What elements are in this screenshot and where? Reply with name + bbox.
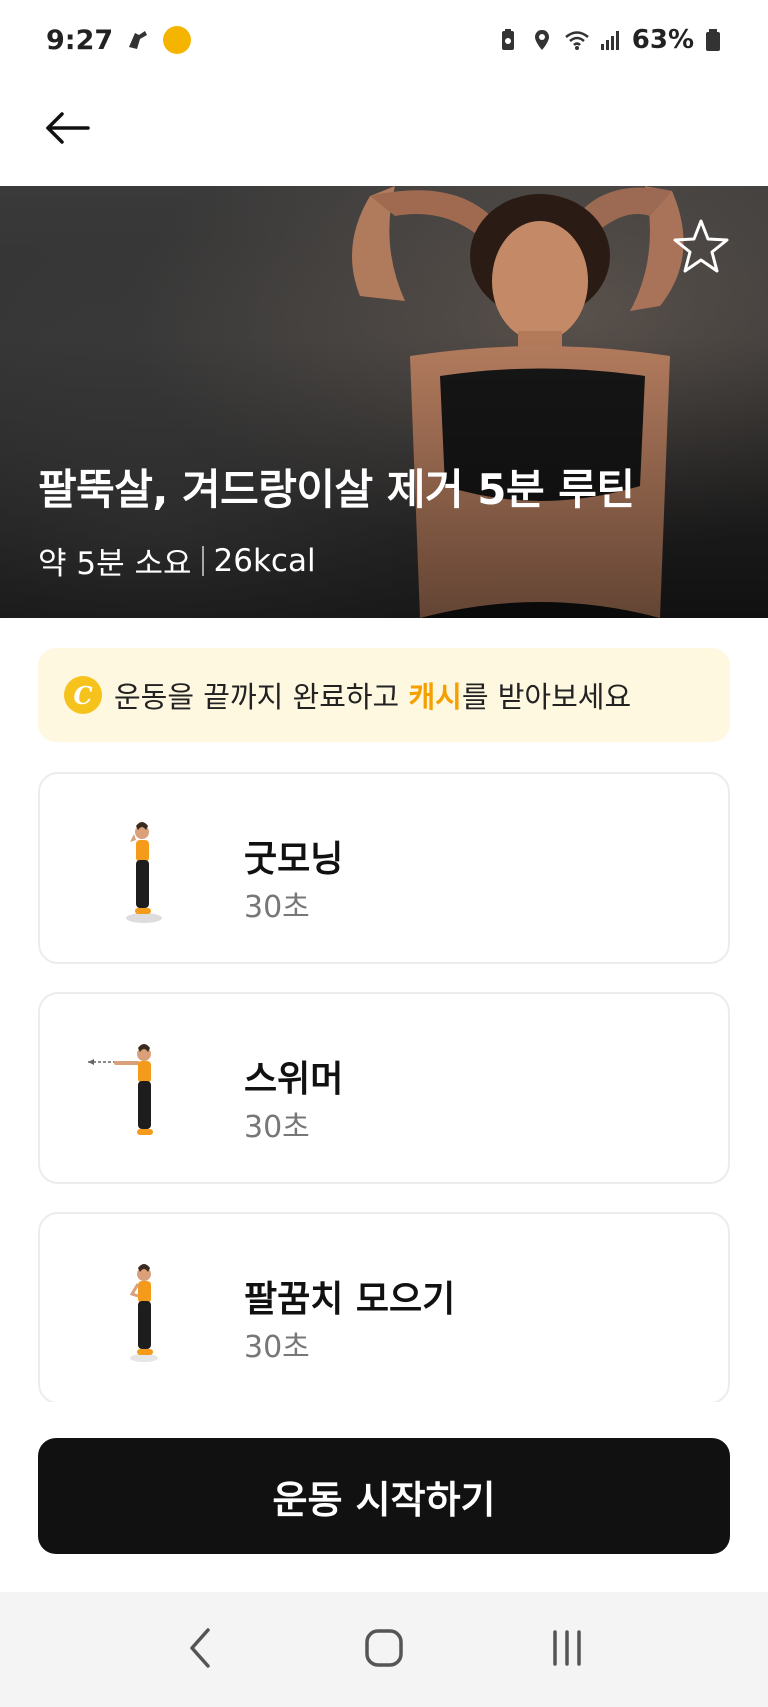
exercise-thumbnail	[126, 822, 162, 923]
banner-text-after: 를 받아보세요	[461, 680, 632, 714]
battery-saver-icon	[496, 28, 520, 52]
status-left: 9:27	[46, 24, 192, 56]
exercise-card[interactable]: 팔꿈치 모으기 30초	[38, 1212, 730, 1402]
exercise-list: 굿모닝 30초 스위머 30초 팔꿈치 모으기 30초	[38, 772, 730, 1402]
exercise-thumbnail	[129, 1264, 158, 1362]
arrow-left-icon	[44, 110, 92, 150]
back-button[interactable]	[40, 102, 96, 158]
nav-back-icon	[186, 1626, 216, 1674]
status-time: 9:27	[46, 24, 114, 56]
hero-banner: 팔뚝살, 겨드랑이살 제거 5분 루틴 약 5분 소요 26kcal	[0, 186, 768, 618]
routine-duration: 약 5분 소요	[38, 546, 192, 582]
nav-recents-button[interactable]	[532, 1615, 602, 1685]
nav-home-icon	[363, 1627, 405, 1673]
exercise-card[interactable]: 굿모닝 30초	[38, 772, 730, 964]
status-right: 63%	[496, 25, 728, 55]
start-workout-label: 운동 시작하기	[272, 1477, 496, 1522]
routine-title: 팔뚝살, 겨드랑이살 제거 5분 루틴	[38, 465, 635, 514]
exercise-thumbnail	[88, 1044, 153, 1135]
start-workout-button[interactable]: 운동 시작하기	[38, 1438, 730, 1554]
app-bar	[0, 80, 768, 186]
exercise-card[interactable]: 스위머 30초	[38, 992, 730, 1184]
battery-icon	[704, 28, 728, 52]
system-nav-bar	[0, 1592, 768, 1707]
signal-icon	[598, 28, 622, 52]
exercise-duration: 30초	[244, 1330, 310, 1365]
coin-icon: C	[64, 676, 102, 714]
battery-percent: 63%	[631, 25, 694, 55]
status-bar: 9:27 63%	[0, 0, 768, 80]
banner-text: 운동을 끝까지 완료하고 캐시를 받아보세요	[114, 674, 631, 716]
wifi-icon	[564, 28, 589, 52]
nav-back-button[interactable]	[166, 1615, 236, 1685]
exercise-duration: 30초	[244, 890, 310, 925]
favorite-button[interactable]	[670, 216, 732, 278]
star-outline-icon	[670, 219, 732, 282]
location-icon	[530, 28, 554, 52]
exercise-name: 팔꿈치 모으기	[244, 1279, 456, 1320]
meta-divider	[201, 545, 204, 576]
coin-app-icon	[163, 26, 192, 54]
cash-reward-banner: C 운동을 끝까지 완료하고 캐시를 받아보세요	[38, 648, 730, 742]
exercise-name: 스위머	[244, 1059, 344, 1100]
nav-home-button[interactable]	[349, 1615, 419, 1685]
banner-highlight: 캐시	[408, 680, 462, 714]
routine-calories: 26kcal	[213, 542, 316, 579]
nav-recents-icon	[547, 1628, 587, 1672]
sports-app-icon	[125, 27, 151, 53]
exercise-duration: 30초	[244, 1110, 310, 1145]
routine-meta: 약 5분 소요 26kcal	[38, 538, 316, 583]
exercise-name: 굿모닝	[244, 839, 344, 880]
banner-text-before: 운동을 끝까지 완료하고	[114, 680, 409, 714]
